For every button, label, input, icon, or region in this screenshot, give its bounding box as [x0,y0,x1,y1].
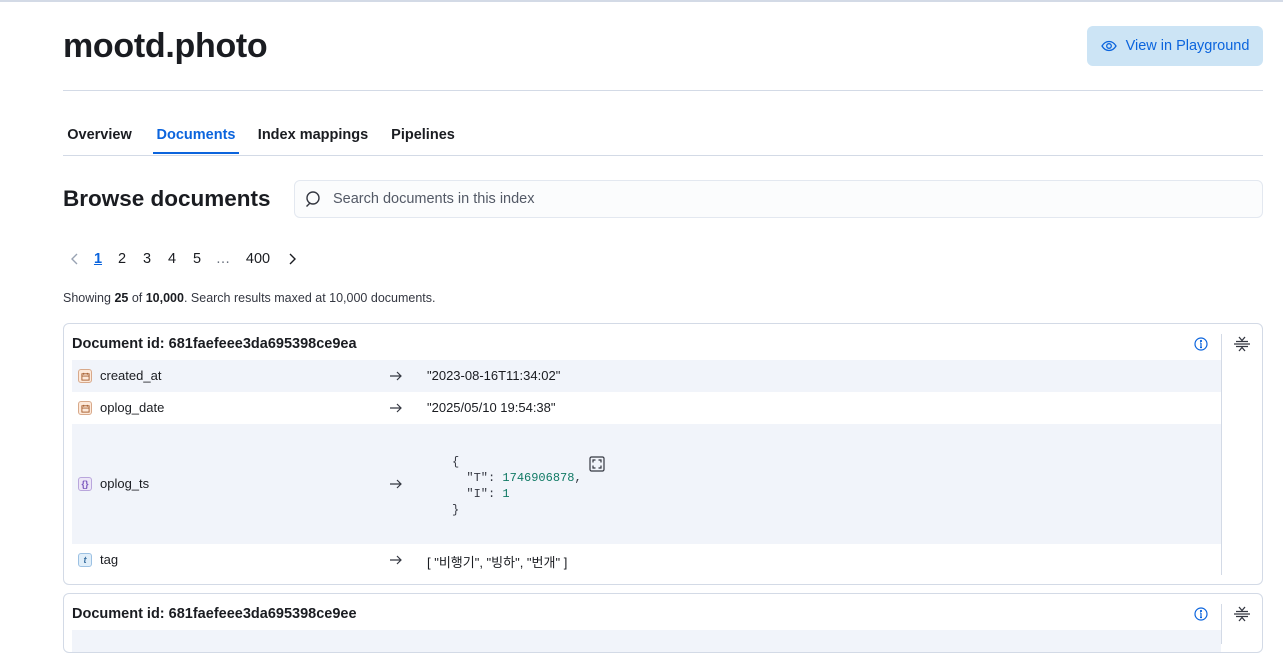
page-3[interactable]: 3 [139,246,155,272]
document-id: Document id: 681faefeee3da695398ce9ee [72,606,357,622]
page-400[interactable]: 400 [242,246,274,272]
json-open-brace: { [452,455,460,469]
document-card: Document id: 681faefeee3da695398ce9ee [63,593,1263,653]
field-name: created_at [100,368,162,383]
json-key: "T" [466,471,489,485]
results-shown: 25 [114,291,129,305]
field-value: [ "비행기", "빙하", "번개" ] [427,555,568,570]
collapse-icon[interactable] [1233,605,1251,623]
page-2[interactable]: 2 [114,246,130,272]
text-type-icon: t [78,553,92,567]
arrow-right-icon [390,371,402,381]
results-prefix: Showing [63,291,115,305]
results-suffix: . Search results maxed at 10,000 documen… [183,291,436,305]
next-page-button[interactable] [284,246,300,272]
json-key: "I" [466,487,489,501]
tab-pipelines[interactable]: Pipelines [390,116,456,154]
json-close-brace: } [452,503,460,517]
card-divider [1221,604,1222,644]
arrow-right-icon [390,403,402,413]
calendar-icon [78,369,92,383]
json-number: 1 [502,487,510,501]
previous-page-button[interactable] [67,246,83,272]
header-divider [63,90,1263,91]
results-summary: Showing 25 of 10,000. Search results max… [63,291,435,305]
page-1[interactable]: 1 [90,246,106,272]
view-in-playground-label: View in Playground [1125,38,1250,54]
fullscreen-icon[interactable] [589,456,605,472]
info-icon[interactable] [1194,337,1208,351]
json-number: 1746906878 [502,471,575,485]
page-ellipsis: … [215,251,231,267]
arrow-right-icon [390,555,402,565]
chevron-right-icon [289,253,296,265]
tab-index-mappings[interactable]: Index mappings [257,116,369,154]
collapse-icon[interactable] [1233,335,1251,353]
card-divider [1221,334,1222,575]
search-icon [306,191,320,207]
browse-documents-title: Browse documents [63,186,271,211]
chevron-left-icon [71,253,78,265]
field-list: created_at "2023-08-16T11:34:02" oplog_d… [72,360,1221,576]
top-border [0,0,1283,2]
results-total: 10,000 [145,291,184,305]
results-of: of [128,291,146,305]
field-row-created-at: created_at "2023-08-16T11:34:02" [72,360,1221,392]
page-4[interactable]: 4 [164,246,180,272]
tab-overview[interactable]: Overview [63,116,136,154]
page-title: mootd.photo [63,27,268,65]
field-row-tag: t tag [ "비행기", "빙하", "번개" ] [72,544,1221,576]
arrow-right-icon [390,479,402,489]
index-tabs: Overview Documents Index mappings Pipeli… [63,116,1263,156]
field-row-oplog-ts: {} oplog_ts { "T": 1746906878, "I": 1 } [72,424,1221,544]
field-row-oplog-date: oplog_date "2025/05/10 19:54:38" [72,392,1221,424]
calendar-icon [78,401,92,415]
field-row [72,630,1221,652]
field-name: oplog_ts [100,476,150,491]
document-card: Document id: 681faefeee3da695398ce9ea cr… [63,323,1263,585]
object-icon: {} [78,477,92,491]
info-icon[interactable] [1194,607,1208,621]
search-input[interactable] [331,190,1262,208]
page-5[interactable]: 5 [189,246,205,272]
field-name: oplog_date [100,400,165,415]
json-value: { "T": 1746906878, "I": 1 } [452,455,582,517]
document-search [294,180,1263,218]
field-name: tag [100,552,119,567]
view-in-playground-button[interactable]: View in Playground [1087,26,1263,66]
tab-documents[interactable]: Documents [153,116,239,154]
field-value: "2023-08-16T11:34:02" [427,368,561,383]
eye-icon [1100,40,1117,52]
document-id: Document id: 681faefeee3da695398ce9ea [72,336,357,352]
field-value: "2025/05/10 19:54:38" [427,400,556,415]
